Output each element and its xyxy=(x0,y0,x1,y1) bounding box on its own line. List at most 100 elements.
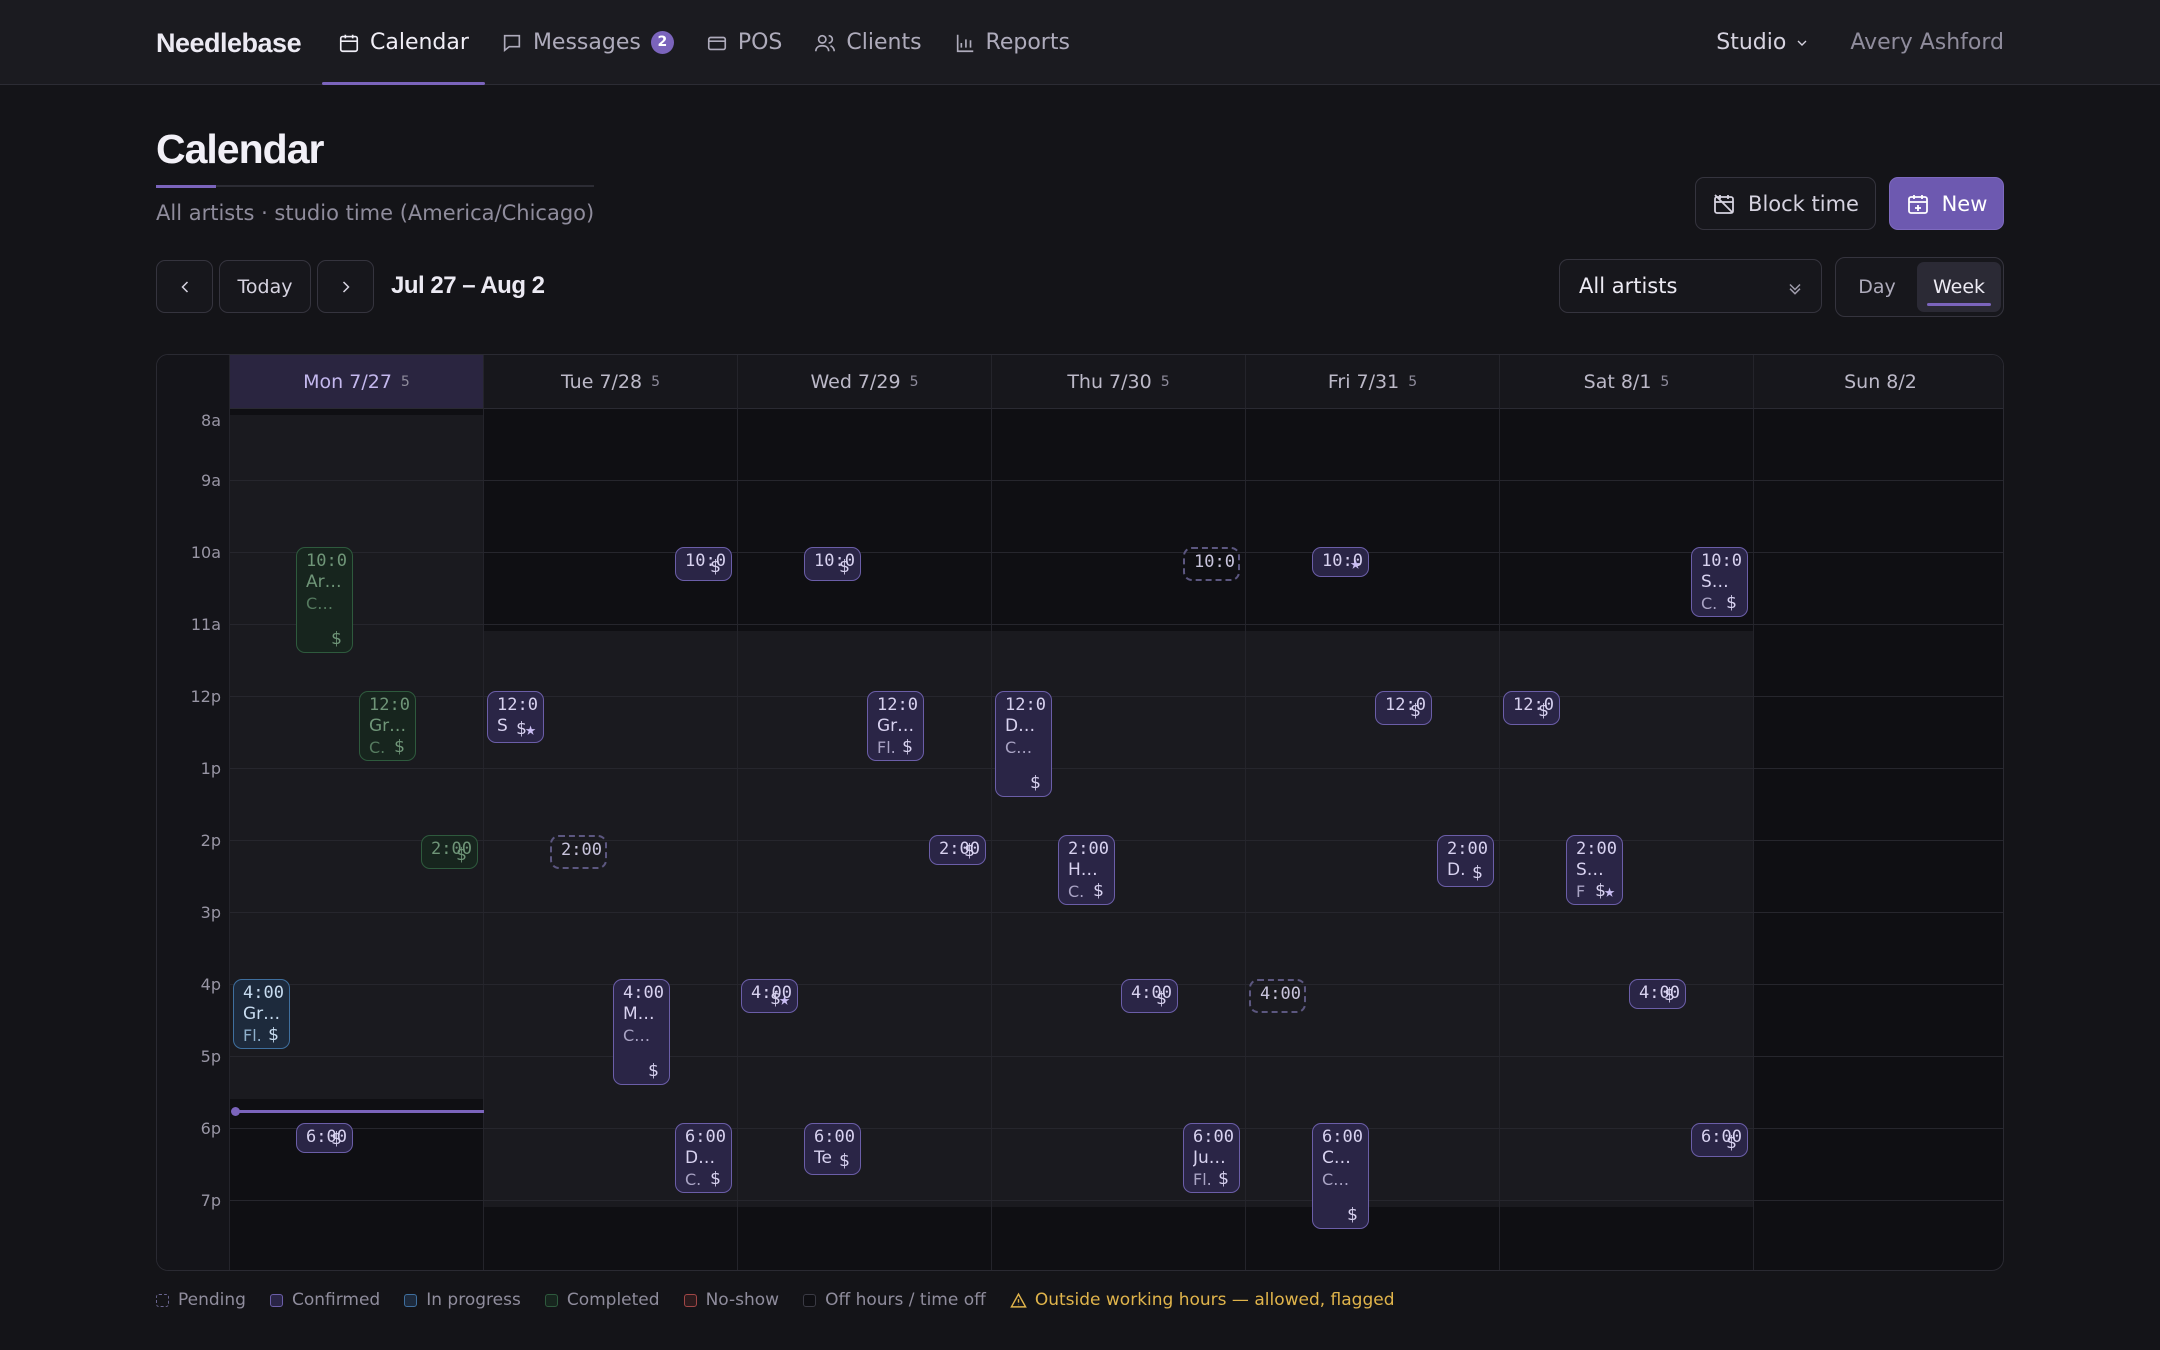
outside-hours-warning-label: Outside working hours — allowed, flagged xyxy=(1034,1290,1395,1310)
deposit-icon: $ xyxy=(964,841,975,861)
hour-gridline xyxy=(230,768,2003,769)
hour-gridline xyxy=(230,1200,2003,1201)
appointment-event[interactable]: 10:0 $ xyxy=(804,547,861,581)
nav-messages[interactable]: Messages 2 xyxy=(485,0,690,85)
appointment-event[interactable]: 10:0 Ar… C… $ xyxy=(296,547,353,653)
appointment-event[interactable]: 12:0 $ xyxy=(1375,691,1432,725)
appointment-time: 2:00 xyxy=(939,839,980,859)
week-calendar-grid: Mon 7/27 5 Tue 7/28 5 Wed 7/29 5 Thu 7/30 5 Fri … xyxy=(156,354,2004,1271)
today-button[interactable]: Today xyxy=(219,260,311,313)
appointment-event[interactable]: 10:0 S… C. $ xyxy=(1691,547,1748,617)
block-time-button[interactable]: Block time xyxy=(1695,177,1876,230)
day-header[interactable]: Thu 7/30 5 xyxy=(992,355,1246,409)
appointment-time: 2:00 xyxy=(561,840,602,860)
appointment-event[interactable]: 4:00 $ ★ xyxy=(741,979,798,1013)
appointment-time: 12:0 xyxy=(497,695,538,715)
day-header[interactable]: Mon 7/27 5 xyxy=(230,355,484,409)
hour-label: 4p xyxy=(200,975,221,994)
day-header[interactable]: Sun 8/2 xyxy=(1754,355,2003,409)
deposit-icon: $ xyxy=(839,1151,850,1171)
appointment-client: C… xyxy=(1322,1148,1351,1168)
appointment-event[interactable]: 4:00 $ xyxy=(1629,979,1686,1009)
users-icon xyxy=(815,34,836,51)
day-appointment-count: 5 xyxy=(400,373,410,390)
calendar-icon xyxy=(339,34,359,52)
appointment-event[interactable]: 12:0 Gr… C. $ xyxy=(359,691,416,761)
appointment-event[interactable]: 10:0 xyxy=(1183,547,1240,581)
legend-swatch xyxy=(156,1293,169,1307)
deposit-icon: $ xyxy=(1726,1133,1737,1153)
appointment-service: C. xyxy=(1701,594,1718,613)
day-header[interactable]: Wed 7/29 5 xyxy=(738,355,992,409)
appointment-event[interactable]: 6:00 Ju… Fl. $ xyxy=(1183,1123,1240,1193)
appointment-service: C. xyxy=(1068,882,1085,901)
day-header-label: Thu 7/30 xyxy=(1067,370,1152,393)
deposit-icon: $ xyxy=(1156,989,1167,1009)
appointment-event[interactable]: 12:0 S $ ★ xyxy=(487,691,544,743)
day-header[interactable]: Fri 7/31 5 xyxy=(1246,355,1500,409)
new-appointment-label: New xyxy=(1941,191,1988,216)
previous-week-button[interactable] xyxy=(156,260,213,313)
appointment-event[interactable]: 6:00 Te $ xyxy=(804,1123,861,1175)
appointment-event[interactable]: 4:00 xyxy=(1249,979,1306,1013)
legend-swatch xyxy=(803,1293,817,1307)
appointment-event[interactable]: 6:00 $ xyxy=(1691,1123,1748,1157)
status-legend: Pending Confirmed In progress Completed No-s… xyxy=(156,1290,1395,1310)
star-icon: ★ xyxy=(1350,553,1361,574)
page-subtitle: All artists · studio time (America/Chica… xyxy=(156,201,595,225)
appointment-event[interactable]: 2:00 xyxy=(550,835,607,869)
appointment-event[interactable]: 6:00 D… C. $ xyxy=(675,1123,732,1193)
appointment-service: Fl. xyxy=(243,1026,262,1045)
new-appointment-button[interactable]: New xyxy=(1889,177,2004,230)
legend-label: Off hours / time off xyxy=(825,1290,986,1310)
next-week-button[interactable] xyxy=(317,260,374,313)
brand-logo[interactable]: Needlebase xyxy=(156,28,302,59)
appointment-event[interactable]: 2:00 $ xyxy=(929,835,986,865)
nav-calendar[interactable]: Calendar xyxy=(322,0,485,85)
appointment-client: S… xyxy=(1576,860,1604,880)
appointment-event[interactable]: 2:00 D. $ xyxy=(1437,835,1494,887)
appointment-client: D. xyxy=(1447,860,1466,880)
hour-label: 7p xyxy=(200,1191,221,1210)
day-header-label: Sun 8/2 xyxy=(1844,370,1917,393)
appointment-event[interactable]: 12:0 $ xyxy=(1503,691,1560,725)
appointment-event[interactable]: 4:00 Gr… Fl. $ xyxy=(233,979,290,1049)
working-hours-band xyxy=(1246,631,1499,1207)
appointment-event[interactable]: 12:0 D… C… $ xyxy=(995,691,1052,797)
deposit-icon: $ xyxy=(710,557,721,577)
appointment-time: 6:00 xyxy=(1701,1127,1742,1147)
hour-label: 2p xyxy=(200,831,221,850)
appointment-event[interactable]: 10:0 ★ xyxy=(1312,547,1369,577)
studio-switcher[interactable]: Studio xyxy=(1716,30,1810,55)
appointment-time: 12:0 xyxy=(1513,695,1554,715)
nav-pos[interactable]: POS xyxy=(690,0,799,85)
appointment-event[interactable]: 4:00 M… C… $ xyxy=(613,979,670,1085)
appointment-event[interactable]: 10:0 $ xyxy=(675,547,732,581)
day-view-button[interactable]: Day xyxy=(1840,262,1914,312)
appointment-event[interactable]: 12:0 Gr… Fl. $ xyxy=(867,691,924,761)
day-header-label: Mon 7/27 xyxy=(303,370,392,393)
nav-reports[interactable]: Reports xyxy=(938,0,1086,85)
appointment-event[interactable]: 2:00 S… F $ ★ xyxy=(1566,835,1623,905)
nav-clients[interactable]: Clients xyxy=(798,0,937,85)
week-view-button[interactable]: Week xyxy=(1917,262,2001,312)
star-icon: ★ xyxy=(1604,881,1615,902)
appointment-event[interactable]: 2:00 H… C. $ xyxy=(1058,835,1115,905)
deposit-icon: $ xyxy=(268,1025,279,1045)
appointment-time: 10:0 xyxy=(1322,551,1363,571)
hour-gridline xyxy=(230,984,2003,985)
deposit-icon: $ xyxy=(1664,985,1675,1005)
day-header[interactable]: Sat 8/1 5 xyxy=(1500,355,1754,409)
appointment-time: 4:00 xyxy=(1639,983,1680,1003)
appointment-event[interactable]: 2:00 $ xyxy=(421,835,478,869)
appointment-event[interactable]: 6:00 C… C… $ xyxy=(1312,1123,1369,1229)
appointment-time: 4:00 xyxy=(623,983,664,1003)
appointment-event[interactable]: 6:00 $ xyxy=(296,1123,353,1153)
star-icon: ★ xyxy=(525,719,536,740)
appointment-event[interactable]: 4:00 $ xyxy=(1121,979,1178,1013)
day-header[interactable]: Tue 7/28 5 xyxy=(484,355,738,409)
artist-filter-select[interactable]: All artists xyxy=(1559,259,1822,313)
nav-reports-label: Reports xyxy=(985,30,1070,55)
user-menu[interactable]: Avery Ashford xyxy=(1850,30,2004,55)
appointment-time: 6:00 xyxy=(1193,1127,1234,1147)
